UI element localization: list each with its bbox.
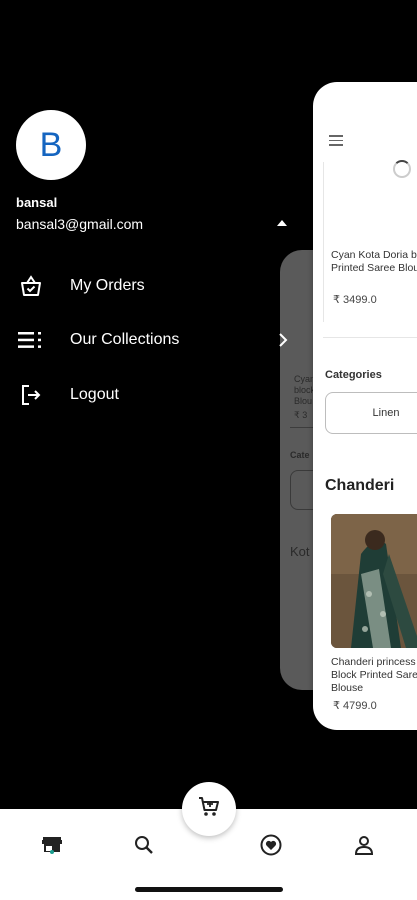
product-title[interactable]: Chanderi princess Hand Block Printed Sar… <box>331 656 417 695</box>
menu-item-label: Our Collections <box>70 331 180 348</box>
store-icon <box>41 835 63 860</box>
basket-check-icon <box>18 273 44 299</box>
avatar[interactable]: B <box>16 110 86 180</box>
menu-item-our-collections[interactable]: Our Collections <box>0 318 300 362</box>
product-price: ₹ 4799.0 <box>333 700 377 712</box>
nav-search[interactable] <box>124 827 164 867</box>
account-toggle-icon[interactable] <box>277 220 287 226</box>
cart-button[interactable] <box>182 782 236 836</box>
loading-spinner <box>393 160 411 178</box>
cart-icon <box>198 796 220 823</box>
active-indicator <box>50 850 54 854</box>
logout-icon <box>18 382 44 408</box>
home-indicator <box>135 887 283 892</box>
user-name: bansal <box>16 195 58 210</box>
list-icon <box>18 327 44 353</box>
app-screen: Cyan block Blou ₹ 3 Cate Kot Cyan Kota D… <box>0 0 417 900</box>
categories-heading: Categories <box>325 369 382 381</box>
menu-item-my-orders[interactable]: My Orders <box>0 264 300 308</box>
nav-wishlist[interactable] <box>251 827 291 867</box>
category-chip[interactable]: Linen <box>325 392 417 434</box>
back-card-categories: Cate <box>290 450 310 460</box>
main-content-card[interactable]: Cyan Kota Doria block Printed Saree Blou… <box>313 82 417 730</box>
vertical-divider <box>323 162 324 322</box>
chevron-right-icon <box>276 333 290 347</box>
heart-icon <box>260 834 282 861</box>
menu-item-label: My Orders <box>70 277 145 294</box>
back-card-section: Kot <box>290 544 310 559</box>
menu-icon[interactable] <box>329 135 343 146</box>
person-icon <box>354 835 374 860</box>
nav-store[interactable] <box>32 827 72 867</box>
menu-item-logout[interactable]: Logout <box>0 373 300 417</box>
menu-item-label: Logout <box>70 386 119 403</box>
search-icon <box>134 835 154 860</box>
product-price: ₹ 3499.0 <box>333 294 377 306</box>
nav-profile[interactable] <box>344 827 384 867</box>
avatar-initial: B <box>39 125 63 164</box>
section-title: Chanderi <box>325 477 395 494</box>
divider <box>323 337 417 338</box>
product-image[interactable] <box>331 514 417 648</box>
product-title[interactable]: Cyan Kota Doria block Printed Saree Blou… <box>331 249 417 275</box>
user-email: bansal3@gmail.com <box>16 216 144 232</box>
